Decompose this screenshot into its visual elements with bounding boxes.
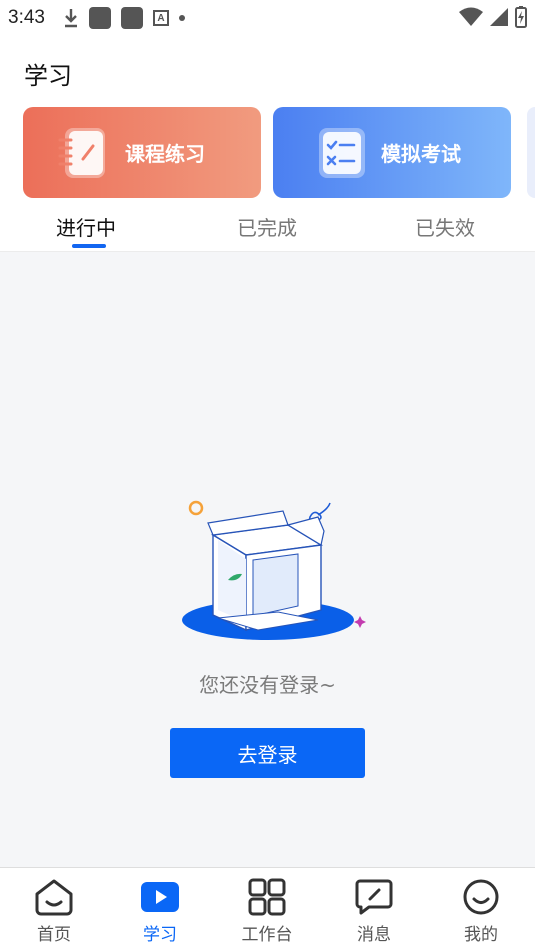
next-card-edge[interactable] xyxy=(527,107,535,198)
grid-icon xyxy=(248,878,286,916)
tab-expired[interactable]: 已失效 xyxy=(415,212,475,241)
mock-exam-card[interactable]: 模拟考试 xyxy=(273,107,511,198)
notebook-icon xyxy=(58,127,105,178)
app-notification-icon xyxy=(88,7,111,29)
more-dot-icon xyxy=(178,15,185,21)
tab-in-progress[interactable]: 进行中 xyxy=(56,212,116,241)
nav-workbench-label: 工作台 xyxy=(241,925,293,945)
tab-indicator xyxy=(72,244,106,248)
nav-home-label: 首页 xyxy=(37,925,71,945)
home-icon xyxy=(35,879,73,916)
battery-icon xyxy=(515,6,527,28)
nav-messages[interactable]: 消息 xyxy=(334,868,414,951)
page-title: 学习 xyxy=(24,62,72,90)
nav-study[interactable]: 学习 xyxy=(120,868,200,951)
nav-messages-label: 消息 xyxy=(357,925,391,945)
tab-completed[interactable]: 已完成 xyxy=(237,212,297,241)
nav-mine-label: 我的 xyxy=(464,925,498,945)
nav-mine[interactable]: 我的 xyxy=(441,868,521,951)
nav-study-label: 学习 xyxy=(143,925,177,945)
empty-message: 您还没有登录~ xyxy=(199,673,336,697)
wifi-icon xyxy=(459,7,483,26)
app-notification-icon xyxy=(120,7,143,29)
login-button[interactable]: 去登录 xyxy=(170,728,365,778)
course-practice-card[interactable]: 课程练习 xyxy=(23,107,261,198)
download-icon xyxy=(64,9,77,28)
nav-workbench[interactable]: 工作台 xyxy=(227,868,307,951)
checklist-icon xyxy=(319,127,365,178)
mock-exam-label: 模拟考试 xyxy=(381,142,461,166)
status-tabs: 进行中 已完成 已失效 xyxy=(0,200,535,250)
play-icon xyxy=(141,882,179,912)
notification-icons: A xyxy=(63,7,185,29)
smiley-icon xyxy=(463,879,499,915)
system-icons xyxy=(459,6,527,28)
signal-icon xyxy=(490,8,508,26)
empty-box-illustration xyxy=(182,500,366,640)
status-bar: 3:43 A xyxy=(0,0,535,36)
course-practice-label: 课程练习 xyxy=(125,142,205,166)
status-time: 3:43 xyxy=(8,7,45,28)
message-icon xyxy=(355,879,393,915)
bottom-nav: 首页 学习 工作台 消息 我的 xyxy=(0,867,535,951)
nav-home[interactable]: 首页 xyxy=(14,868,94,951)
a-badge-icon: A xyxy=(152,10,169,26)
